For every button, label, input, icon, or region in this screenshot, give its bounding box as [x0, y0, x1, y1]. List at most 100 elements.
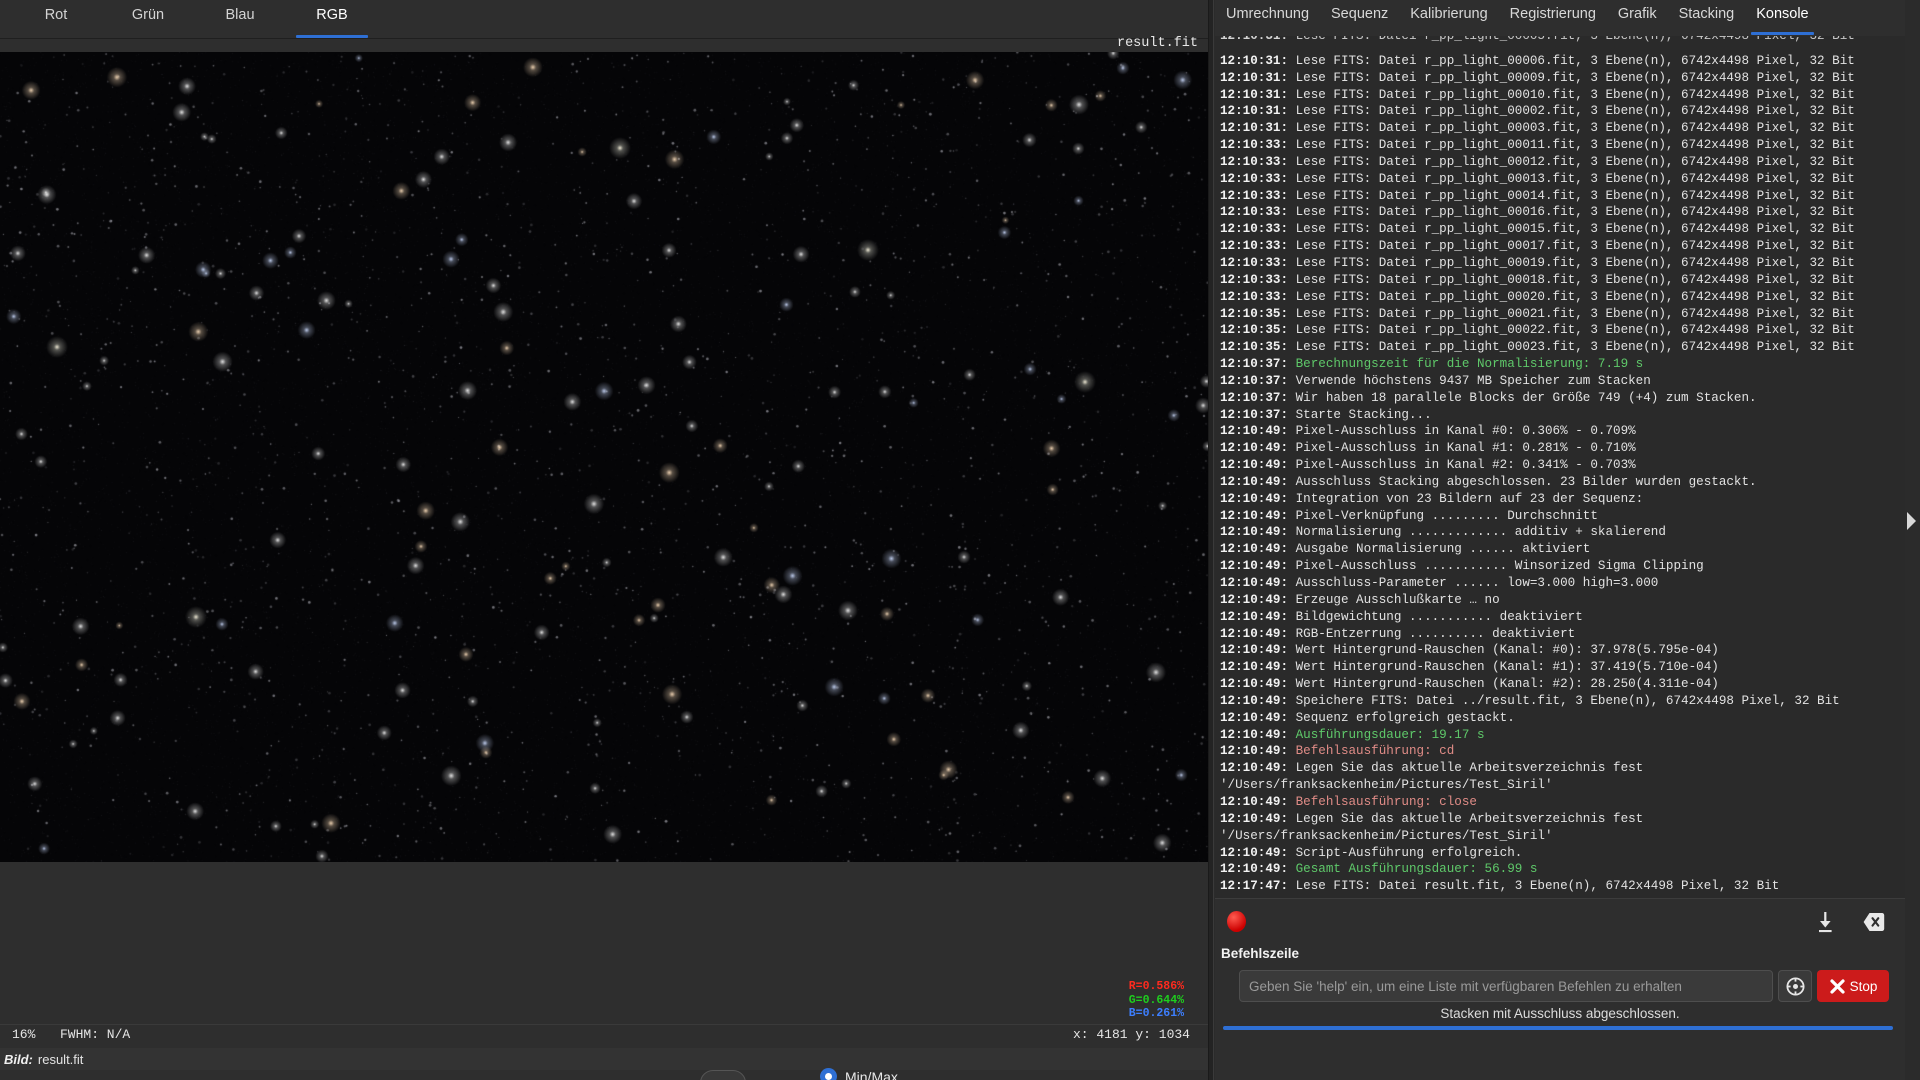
clear-log-icon[interactable] — [1863, 912, 1885, 937]
console-line: 12:10:33: Lese FITS: Datei r_pp_light_00… — [1220, 238, 1903, 255]
console-timestamp: 12:10:49: — [1220, 609, 1289, 624]
channel-tab-label: Grün — [131, 7, 165, 23]
image-pane: Rot Grün Blau RGB result.fit R=0.586% G=0.6… — [0, 0, 1208, 1080]
console-timestamp: 12:10:49: — [1220, 592, 1289, 607]
channel-tab-bar: Rot Grün Blau RGB — [0, 0, 1208, 39]
channel-tab-label: RGB — [316, 7, 348, 23]
console-line: 12:10:33: Lese FITS: Datei r_pp_light_00… — [1220, 171, 1903, 188]
console-message: Lese FITS: Datei r_pp_light_00012.fit, 3… — [1295, 154, 1855, 169]
console-line: 12:10:35: Lese FITS: Datei r_pp_light_00… — [1220, 339, 1903, 356]
console-line: 12:10:49: Wert Hintergrund-Rauschen (Kan… — [1220, 676, 1903, 693]
command-line-section: Befehlszeile Geben Sie 'help' ein, um ei… — [1215, 944, 1905, 1034]
tab-grafik[interactable]: Grafik — [1607, 0, 1668, 35]
console-timestamp: 12:10:49: — [1220, 542, 1289, 557]
tab-umrechnung[interactable]: Umrechnung — [1215, 0, 1320, 35]
console-timestamp: 12:10:33: — [1220, 222, 1289, 237]
tab-label: Sequenz — [1331, 6, 1389, 22]
tab-stacking[interactable]: Stacking — [1668, 0, 1746, 35]
image-pane-filler — [0, 862, 1208, 1030]
console-message: Lese FITS: Datei r_pp_light_00023.fit, 3… — [1295, 340, 1855, 355]
display-mode-dropdown[interactable] — [700, 1070, 746, 1080]
minmax-radio-group[interactable]: Min/Max — [820, 1068, 898, 1080]
console-message: Lese FITS: Datei r_pp_light_00016.fit, 3… — [1295, 205, 1855, 220]
tab-label: Umrechnung — [1226, 6, 1310, 22]
console-timestamp: 12:10:33: — [1220, 255, 1289, 270]
console-message: Ausschluss-Parameter ...... low=3.000 hi… — [1295, 576, 1659, 590]
console-timestamp: 12:10:35: — [1220, 340, 1289, 355]
console-line: 12:10:33: Lese FITS: Datei r_pp_light_00… — [1220, 154, 1903, 171]
image-filename: result.fit — [37, 1051, 84, 1067]
console-line: 12:10:49: Speichere FITS: Datei ../resul… — [1220, 693, 1903, 710]
console-line: 12:10:31: Lese FITS: Datei r_pp_light_00… — [1220, 120, 1903, 137]
pane-splitter[interactable] — [1208, 0, 1214, 1080]
tab-label: Registrierung — [1509, 6, 1596, 22]
recording-indicator-icon[interactable] — [1227, 911, 1246, 932]
console-line: 12:10:49: RGB-Entzerrung .......... deak… — [1220, 626, 1903, 643]
console-timestamp: 12:10:49: — [1220, 761, 1289, 776]
siril-main-window: Rot Grün Blau RGB result.fit R=0.586% G=0.6… — [0, 0, 1920, 1080]
console-line: 12:10:33: Lese FITS: Datei r_pp_light_00… — [1220, 255, 1903, 272]
console-timestamp: 12:10:33: — [1220, 289, 1289, 304]
tab-konsole[interactable]: Konsole — [1745, 0, 1819, 35]
console-message: Lese FITS: Datei r_pp_light_00011.fit, 3… — [1295, 138, 1855, 153]
minmax-radio[interactable] — [820, 1068, 837, 1080]
console-line: 12:10:49: Ausgabe Normalisierung ...... … — [1220, 541, 1903, 558]
tab-registrierung[interactable]: Registrierung — [1499, 0, 1607, 35]
console-line: 12:10:31: Lese FITS: Datei r_pp_light_00… — [1220, 103, 1903, 120]
console-timestamp: 12:10:33: — [1220, 188, 1289, 203]
console-timestamp: 12:10:49: — [1220, 424, 1289, 439]
console-message: Berechnungszeit für die Normalisierung: … — [1295, 357, 1644, 372]
console-timestamp: 12:10:31: — [1220, 87, 1289, 102]
console-timestamp: 12:10:49: — [1220, 862, 1289, 877]
image-title-overlay: result.fit — [1116, 36, 1198, 51]
export-log-icon[interactable] — [1815, 910, 1837, 939]
console-message: RGB-Entzerrung .......... deaktiviert — [1295, 626, 1576, 641]
console-line: 12:10:49: Ausschluss Stacking abgeschlos… — [1220, 474, 1903, 491]
console-timestamp: 12:10:31: — [1220, 121, 1289, 136]
readout-green: G=0.644% — [1128, 993, 1184, 1007]
image-canvas[interactable] — [0, 52, 1208, 862]
console-message: Pixel-Ausschluss in Kanal #0: 0.306% - 0… — [1295, 424, 1636, 439]
console-message: Lese FITS: Datei r_pp_light_00006.fit, 3… — [1295, 53, 1855, 68]
console-timestamp: 12:10:35: — [1220, 306, 1289, 321]
console-message: Wert Hintergrund-Rauschen (Kanal: #1): 3… — [1295, 660, 1719, 675]
cursor-coordinates-label: x: 4181 y: 1034 — [1072, 1027, 1190, 1042]
tab-label: Stacking — [1678, 6, 1735, 22]
pixel-rgb-readout: R=0.586% G=0.644% B=0.261% — [1129, 980, 1184, 1021]
panel-expand-handle[interactable] — [1903, 510, 1919, 532]
console-timestamp: 12:10:33: — [1220, 272, 1289, 287]
console-line: 12:17:47: Lese FITS: Datei result.fit, 3… — [1220, 878, 1903, 895]
fwhm-label: FWHM: N/A — [60, 1027, 131, 1042]
console-timestamp: 12:10:49: — [1220, 559, 1289, 574]
stop-button[interactable]: Stop — [1817, 970, 1889, 1002]
console-line: 12:10:37: Berechnungszeit für die Normal… — [1220, 356, 1903, 373]
command-help-button[interactable] — [1778, 970, 1812, 1002]
console-line: 12:10:49: Befehlsausführung: cd — [1220, 743, 1903, 760]
console-line: 12:10:49: Legen Sie das aktuelle Arbeits… — [1220, 760, 1903, 794]
console-timestamp: 12:17:47: — [1220, 879, 1289, 894]
tab-sequenz[interactable]: Sequenz — [1320, 0, 1399, 35]
console-line: 12:10:31: Lese FITS: Datei r_pp_light_00… — [1220, 53, 1903, 70]
console-message: Befehlsausführung: close — [1295, 794, 1477, 809]
console-log[interactable]: 12:10:31: Lese FITS: Datei r_pp_light_00… — [1215, 36, 1905, 898]
command-input[interactable] — [1239, 970, 1773, 1002]
console-line: 12:10:49: Wert Hintergrund-Rauschen (Kan… — [1220, 659, 1903, 676]
channel-tab-rgb[interactable]: RGB — [286, 0, 378, 38]
channel-tab-grün[interactable]: Grün — [102, 0, 194, 38]
console-message: Lese FITS: Datei r_pp_light_00022.fit, 3… — [1295, 323, 1855, 338]
console-timestamp: 12:10:37: — [1220, 357, 1289, 372]
console-line: 12:10:49: Script-Ausführung erfolgreich. — [1220, 845, 1903, 862]
starfield-image[interactable] — [0, 52, 1208, 862]
console-message: Lese FITS: Datei r_pp_light_00009.fit, 3… — [1295, 70, 1855, 85]
tab-kalibrierung[interactable]: Kalibrierung — [1399, 0, 1498, 35]
channel-tab-rot[interactable]: Rot — [10, 0, 102, 38]
console-message: Pixel-Verknüpfung ......... Durchschnitt — [1295, 508, 1598, 523]
console-timestamp: 12:10:31: — [1220, 104, 1289, 119]
image-label-caption: Bild: — [4, 1051, 33, 1067]
console-timestamp: 12:10:33: — [1220, 171, 1289, 186]
console-timestamp: 12:10:49: — [1220, 626, 1289, 641]
console-message: Lese FITS: Datei r_pp_light_00013.fit, 3… — [1295, 171, 1855, 186]
console-message: Lese FITS: Datei r_pp_light_00020.fit, 3… — [1295, 289, 1855, 304]
console-message: Ausgabe Normalisierung ...... aktiviert — [1295, 542, 1591, 557]
channel-tab-blau[interactable]: Blau — [194, 0, 286, 38]
